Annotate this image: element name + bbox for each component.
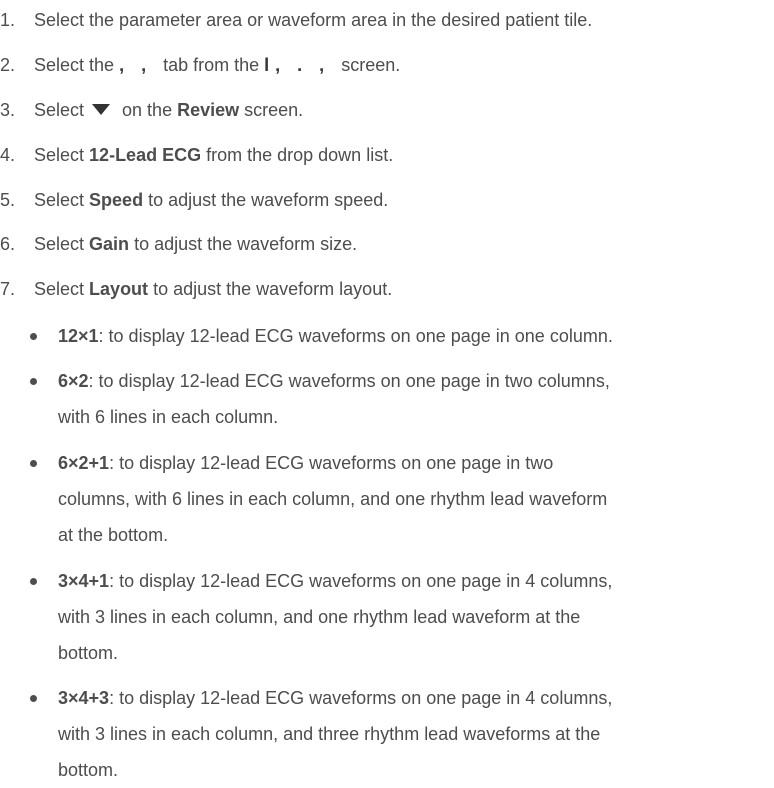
step-text-pre: Select: [34, 234, 85, 254]
step-bold-term: 12-Lead ECG: [89, 145, 202, 165]
layout-option-3x4-plus-3: 3×4+3: to display 12-lead ECG waveforms …: [30, 680, 718, 788]
layout-desc-line: with 6 lines in each column.: [58, 407, 279, 427]
bullet-dot-icon: [30, 333, 37, 340]
step-2: 2. Select the , , tab from the l, . , scr…: [0, 47, 770, 83]
step-bold-term: Layout: [89, 279, 149, 299]
step-text-post: to adjust the waveform speed.: [148, 190, 389, 210]
step-text-post: to adjust the waveform layout.: [153, 279, 393, 299]
layout-name: 6×2+1: [58, 453, 110, 473]
layout-option-6x2: 6×2: to display 12-lead ECG waveforms on…: [30, 363, 718, 435]
bullet-dot-icon: [30, 578, 37, 585]
layout-desc-line: : to display 12-lead ECG waveforms on on…: [109, 688, 613, 708]
layout-desc-line: : to display 12-lead ECG waveforms on on…: [88, 371, 610, 391]
layout-desc-line: at the bottom.: [58, 525, 169, 545]
bullet-dot-icon: [30, 695, 37, 702]
step-number: 7.: [0, 279, 16, 299]
step-bold-term: Speed: [89, 190, 144, 210]
layout-desc-line: : to display 12-lead ECG waveforms on on…: [109, 453, 554, 473]
layout-desc-line: bottom.: [58, 643, 119, 663]
bullet-dot-icon: [30, 378, 37, 385]
step-number: 5.: [0, 190, 16, 210]
screen-name-glyph: l, . ,: [264, 55, 331, 75]
step-text-mid: tab from the: [163, 55, 260, 75]
step-text-pre: Select the: [34, 55, 115, 75]
step-number: 1.: [0, 10, 16, 30]
step-number: 2.: [0, 55, 16, 75]
step-text-mid: on the: [122, 100, 173, 120]
step-5: 5. Select Speed to adjust the waveform sp…: [0, 182, 770, 218]
layout-name: 6×2: [58, 371, 89, 391]
down-triangle-icon: [92, 103, 111, 115]
step-3: 3. Select on the Review screen.: [0, 92, 770, 128]
step-number: 6.: [0, 234, 16, 254]
step-text-post: to adjust the waveform size.: [134, 234, 358, 254]
step-bold-term: Review: [177, 100, 240, 120]
instruction-document: 1. Select the parameter area or waveform …: [0, 0, 774, 783]
layout-name: 12×1: [58, 326, 99, 346]
step-text-post: screen.: [244, 100, 304, 120]
bullet-dot-icon: [30, 460, 37, 467]
layout-desc-line: : to display 12-lead ECG waveforms on on…: [98, 326, 613, 346]
layout-desc-line: columns, with 6 lines in each column, an…: [58, 489, 608, 509]
layout-desc-line: with 3 lines in each column, and one rhy…: [58, 607, 581, 627]
step-number: 3.: [0, 100, 16, 120]
step-4: 4. Select 12-Lead ECG from the drop down …: [0, 137, 770, 173]
step-1: 1. Select the parameter area or waveform …: [0, 2, 770, 38]
tab-name-glyph: , ,: [119, 55, 153, 75]
layout-name: 3×4+3: [58, 688, 110, 708]
layout-name: 3×4+1: [58, 571, 110, 591]
layout-desc-line: with 3 lines in each column, and three r…: [58, 724, 601, 744]
step-text-pre: Select: [34, 190, 85, 210]
step-bold-term: Gain: [89, 234, 130, 254]
step-text: Select the parameter area or waveform ar…: [34, 10, 593, 30]
layout-option-3x4-plus-1: 3×4+1: to display 12-lead ECG waveforms …: [30, 563, 718, 671]
step-text-pre: Select: [34, 145, 85, 165]
step-text-pre: Select: [34, 279, 85, 299]
step-text-post: screen.: [341, 55, 401, 75]
step-6: 6. Select Gain to adjust the waveform siz…: [0, 226, 770, 262]
step-text-post: from the drop down list.: [206, 145, 394, 165]
step-7: 7. Select Layout to adjust the waveform l…: [0, 271, 770, 307]
layout-option-12x1: 12×1: to display 12-lead ECG waveforms o…: [30, 318, 718, 354]
step-text-pre: Select: [34, 100, 85, 120]
layout-option-6x2-plus-1: 6×2+1: to display 12-lead ECG waveforms …: [30, 445, 718, 553]
step-number: 4.: [0, 145, 16, 165]
layout-desc-line: : to display 12-lead ECG waveforms on on…: [109, 571, 613, 591]
